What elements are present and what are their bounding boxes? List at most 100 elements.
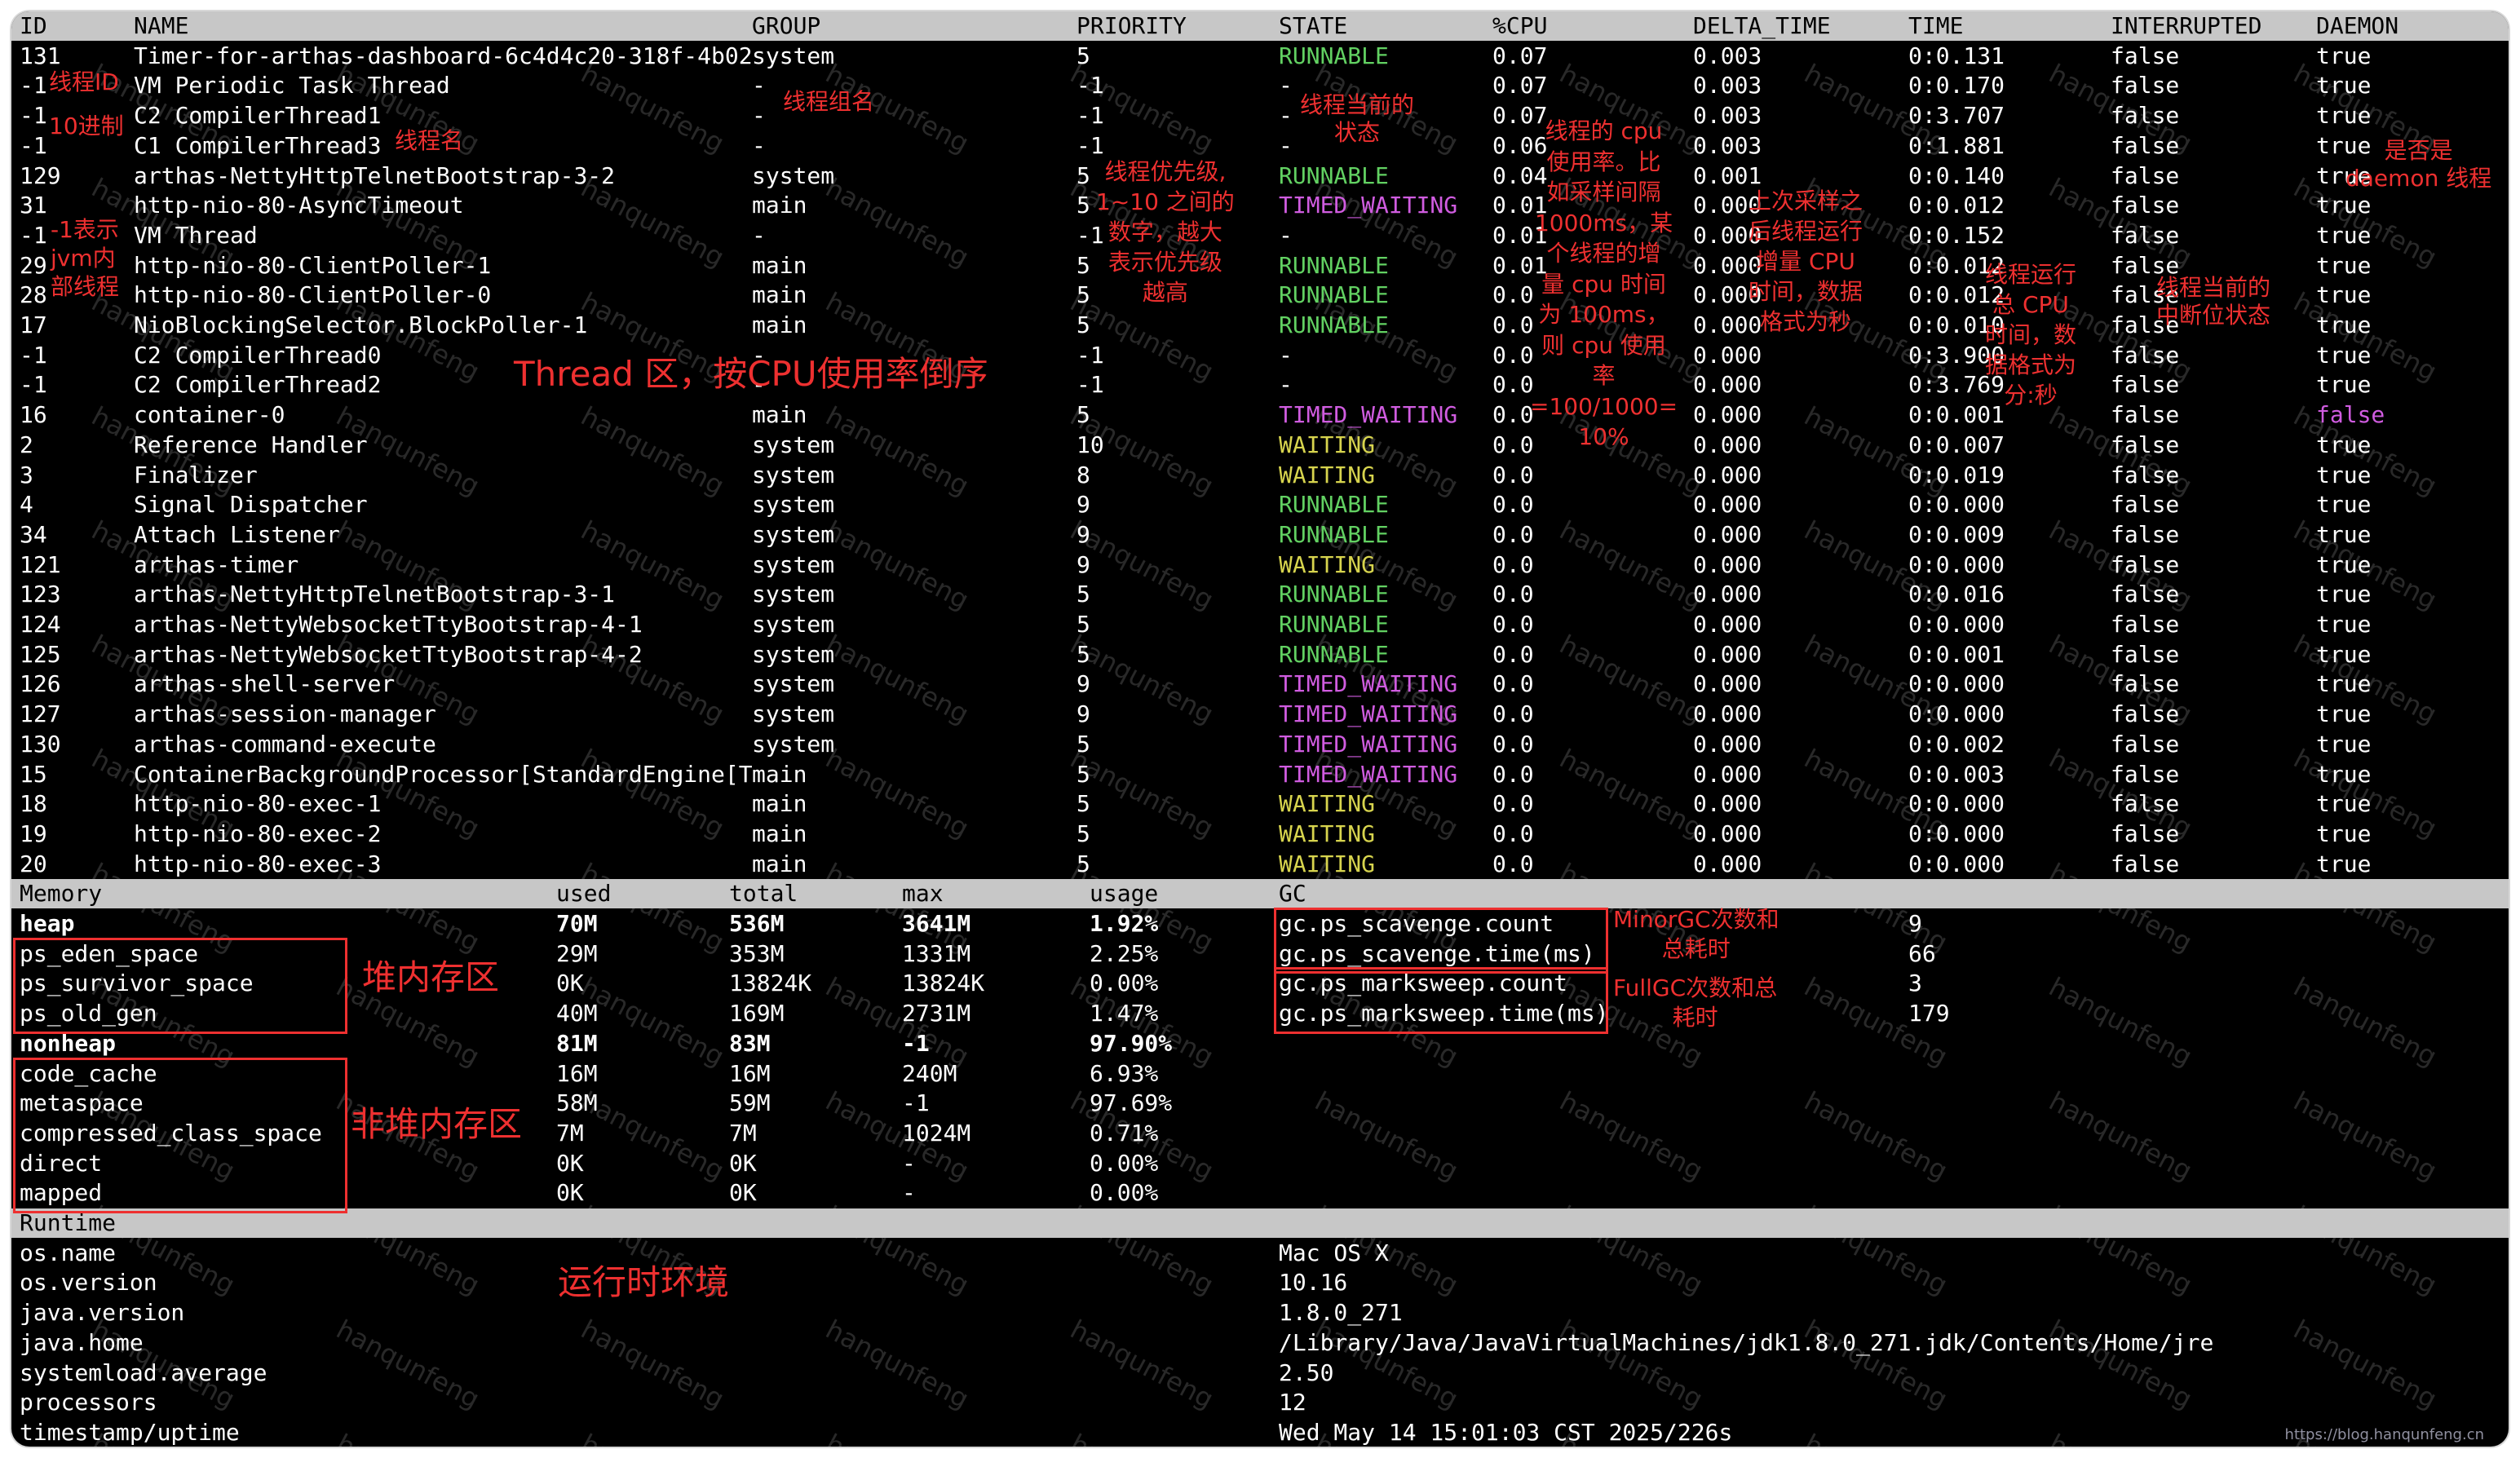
thread-cell: arthas-command-execute [134,730,436,758]
thread-cell: true [2316,491,2372,519]
runtime-row: java.version 1.8.0_271 [11,1298,2509,1328]
thread-cell: RUNNABLE [1279,581,1389,608]
thread-row: 4 Signal Dispatcher system 9 RUNNABLE 0.0 0.00… [11,490,2509,519]
column-header: Memory [20,880,103,908]
memory-cell: 0.00% [1090,1179,1159,1207]
thread-cell: 0.000 [1693,850,1762,877]
gc-value: 66 [1908,939,1936,967]
runtime-row: systemload.average 2.50 [11,1359,2509,1388]
memory-cell: 13824K [902,970,985,997]
runtime-key: processors [20,1389,157,1416]
thread-cell: 0.000 [1693,640,1762,668]
memory-cell: 0.00% [1090,970,1159,997]
thread-cell: 3 [20,461,33,488]
thread-cell: arthas-session-manager [134,700,436,728]
memory-cell: -1 [902,1089,930,1117]
thread-cell: 0.000 [1693,611,1762,638]
thread-cell: 0.000 [1693,550,1762,578]
thread-cell: -1 [1077,371,1104,399]
thread-cell: 5 [1077,820,1090,847]
thread-cell: 0.0 [1492,431,1534,458]
thread-cell: Finalizer [134,461,258,488]
thread-cell: 0.0 [1492,700,1534,728]
thread-cell: 0.0 [1492,281,1534,309]
memory-cell: 29M [556,939,598,967]
thread-cell: true [2316,670,2372,698]
memory-cell: 83M [729,1029,771,1057]
thread-cell: 0.0 [1492,670,1534,698]
thread-row: 29 http-nio-80-ClientPoller-1 main 5 RUNNABL… [11,251,2509,281]
thread-cell: container-0 [134,401,285,429]
thread-cell: 0:0.140 [1908,161,2005,189]
thread-cell: 5 [1077,401,1090,429]
thread-cell: 0:1.881 [1908,131,2005,159]
thread-cell: false [2111,461,2180,488]
thread-row: 121 arthas-timer system 9 WAITING 0.0 0.000 0:0… [11,550,2509,580]
annotation-thread-name: 线程名 [395,127,464,154]
thread-cell: TIMED_WAITING [1279,192,1458,219]
memory-cell: 0.71% [1090,1119,1159,1147]
memory-cell: 16M [729,1059,771,1087]
thread-cell: arthas-shell-server [134,670,396,698]
thread-cell: system [752,161,835,189]
memory-cell: 1024M [902,1119,971,1147]
runtime-row: timestamp/uptime Wed May 14 15:01:03 CST … [11,1418,2509,1447]
thread-cell: TIMED_WAITING [1279,670,1458,698]
thread-cell: true [2316,850,2372,877]
thread-cell: -1 [20,371,47,399]
thread-cell: - [1279,72,1293,99]
thread-cell: 28 [20,281,47,309]
thread-cell: RUNNABLE [1279,491,1389,519]
thread-cell: TIMED_WAITING [1279,401,1458,429]
thread-cell: - [1279,341,1293,369]
thread-cell: 0.0 [1492,790,1534,818]
memory-row: heap 70M 536M 3641M 1.92% [11,909,2509,939]
thread-cell: true [2316,102,2372,130]
column-header: total [729,880,798,908]
gc-value: 179 [1908,1000,1950,1027]
thread-cell: http-nio-80-ClientPoller-1 [134,251,492,279]
thread-cell: false [2111,730,2180,758]
runtime-value: Mac OS X [1279,1239,1389,1266]
thread-cell: 8 [1077,461,1090,488]
runtime-row: processors 12 [11,1388,2509,1417]
thread-cell: 16 [20,401,47,429]
thread-cell: system [752,431,835,458]
thread-cell: Attach Listener [134,520,340,548]
runtime-key: os.name [20,1239,117,1266]
thread-cell: C2 CompilerThread1 [134,102,382,130]
column-header: max [902,880,944,908]
thread-cell: WAITING [1279,550,1376,578]
thread-cell: C2 CompilerThread2 [134,371,382,399]
thread-cell: 0:0.170 [1908,72,2005,99]
thread-cell: 0:0.002 [1908,730,2005,758]
thread-cell: system [752,581,835,608]
column-header: ID [20,12,47,39]
thread-cell: main [752,401,807,429]
thread-cell: true [2316,72,2372,99]
thread-cell: 0.000 [1693,670,1762,698]
thread-cell: system [752,42,835,69]
memory-cell: 58M [556,1089,598,1117]
thread-cell: NioBlockingSelector.BlockPoller-1 [134,311,588,338]
thread-cell: 0:0.019 [1908,461,2005,488]
thread-cell: 0.0 [1492,581,1534,608]
thread-cell: true [2316,371,2372,399]
thread-cell: true [2316,42,2372,69]
thread-cell: true [2316,640,2372,668]
thread-cell: 121 [20,550,61,578]
runtime-key: systemload.average [20,1359,267,1386]
column-header: STATE [1279,12,1348,39]
thread-cell: 0:0.009 [1908,520,2005,548]
thread-cell: 0.0 [1492,520,1534,548]
memory-cell: 240M [902,1059,957,1087]
annotation-heap-area: 堆内存区 [362,957,500,997]
thread-cell: RUNNABLE [1279,520,1389,548]
thread-cell: 5 [1077,790,1090,818]
thread-row: -1 VM Periodic Task Thread - -1 - 0.07 0.003 0:… [11,71,2509,100]
thread-cell: http-nio-80-exec-2 [134,820,382,847]
thread-cell: RUNNABLE [1279,42,1389,69]
thread-cell: system [752,611,835,638]
thread-cell: 0.000 [1693,581,1762,608]
thread-row: -1 C2 CompilerThread0- -1-0.0 0.000 0:3.900 f… [11,341,2509,370]
